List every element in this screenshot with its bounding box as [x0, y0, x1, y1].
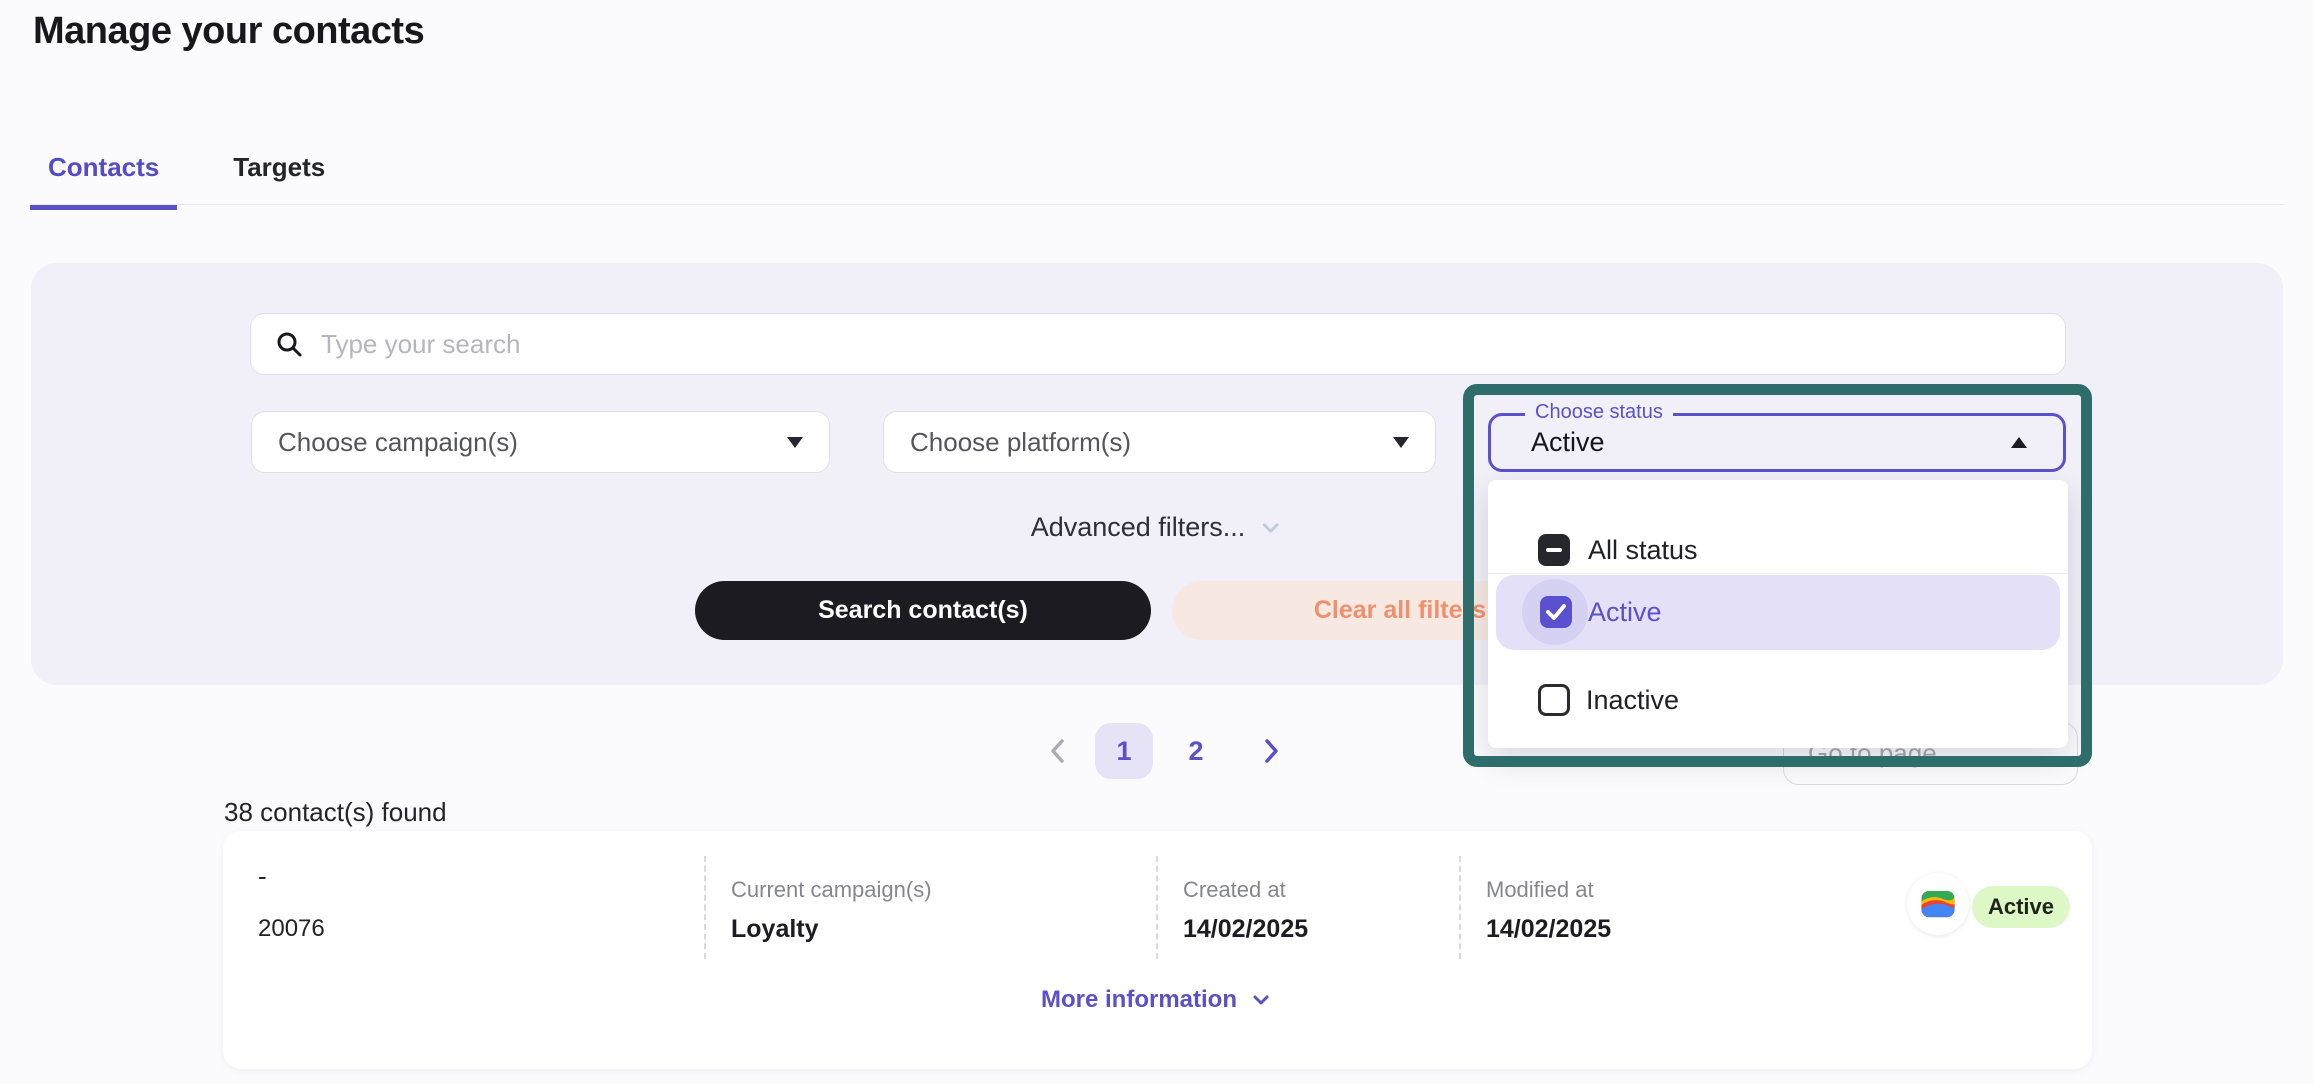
- platform-select-label: Choose platform(s): [910, 426, 1132, 457]
- campaign-field-label: Current campaign(s): [731, 877, 932, 902]
- checkbox-indeterminate-icon[interactable]: [1538, 534, 1570, 566]
- status-option-all[interactable]: All status: [1488, 480, 2068, 573]
- status-badge: Active: [1972, 886, 2070, 928]
- checkbox-unchecked-icon[interactable]: [1538, 684, 1570, 716]
- modified-at-label: Modified at: [1486, 877, 1594, 902]
- platform-avatar: [1907, 873, 1969, 935]
- chevron-left-icon: [1051, 739, 1064, 763]
- pagination-page-1[interactable]: 1: [1095, 723, 1153, 779]
- tabs: Contacts Targets: [30, 138, 343, 210]
- status-option-label: All status: [1588, 535, 1698, 565]
- contact-card: - 20076 Current campaign(s) Loyalty Crea…: [223, 831, 2092, 1069]
- search-box[interactable]: [250, 313, 2066, 375]
- chevron-right-icon: [1265, 739, 1278, 763]
- status-select-floating-label: Choose status: [1525, 401, 1673, 424]
- more-information-toggle[interactable]: More information: [1041, 986, 1273, 1014]
- status-option-inactive[interactable]: Inactive: [1488, 650, 2068, 748]
- column-divider: [704, 856, 706, 959]
- google-wallet-icon: [1921, 890, 1955, 918]
- status-select[interactable]: Choose status Active: [1488, 401, 2066, 472]
- status-dropdown-menu: All status Active Inactive: [1488, 480, 2068, 748]
- pagination-page-2[interactable]: 2: [1168, 723, 1224, 779]
- status-option-label: Active: [1588, 597, 1662, 627]
- status-select-value: Active: [1531, 427, 1605, 457]
- status-option-active[interactable]: Active: [1496, 575, 2060, 650]
- chevron-down-icon: [1262, 522, 1279, 533]
- campaign-select[interactable]: Choose campaign(s): [251, 411, 830, 473]
- page-title: Manage your contacts: [33, 10, 425, 52]
- pagination-prev-button[interactable]: [1038, 723, 1078, 779]
- contact-id: 20076: [258, 915, 325, 942]
- contact-name: -: [258, 861, 267, 891]
- column-divider: [1156, 856, 1158, 959]
- menu-divider: [1488, 573, 2068, 574]
- tab-targets[interactable]: Targets: [215, 138, 343, 210]
- status-option-label: Inactive: [1586, 685, 1680, 715]
- tabs-divider: [30, 204, 2285, 205]
- caret-up-icon: [2011, 437, 2027, 448]
- advanced-filters-label: Advanced filters...: [1030, 512, 1246, 542]
- chevron-down-icon: [1253, 995, 1269, 1005]
- tab-contacts[interactable]: Contacts: [30, 138, 178, 210]
- column-divider: [1459, 856, 1461, 959]
- created-at-label: Created at: [1183, 877, 1286, 902]
- more-information-label: More information: [1041, 986, 1237, 1013]
- search-input[interactable]: [321, 328, 2041, 360]
- search-contacts-button[interactable]: Search contact(s): [695, 581, 1151, 640]
- created-at-value: 14/02/2025: [1183, 915, 1309, 943]
- results-count: 38 contact(s) found: [224, 797, 447, 827]
- pagination-next-button[interactable]: [1243, 723, 1299, 779]
- advanced-filters-toggle[interactable]: Advanced filters...: [1031, 512, 1284, 543]
- caret-down-icon: [1393, 436, 1409, 448]
- caret-down-icon: [787, 436, 803, 448]
- modified-at-value: 14/02/2025: [1486, 915, 1612, 943]
- platform-select[interactable]: Choose platform(s): [883, 411, 1436, 473]
- campaign-select-label: Choose campaign(s): [278, 426, 518, 457]
- search-icon: [277, 332, 302, 357]
- contacts-page: Manage your contacts Contacts Targets Ch…: [0, 0, 2314, 1084]
- checkbox-checked-icon[interactable]: [1540, 596, 1572, 628]
- campaign-field-value: Loyalty: [731, 915, 819, 943]
